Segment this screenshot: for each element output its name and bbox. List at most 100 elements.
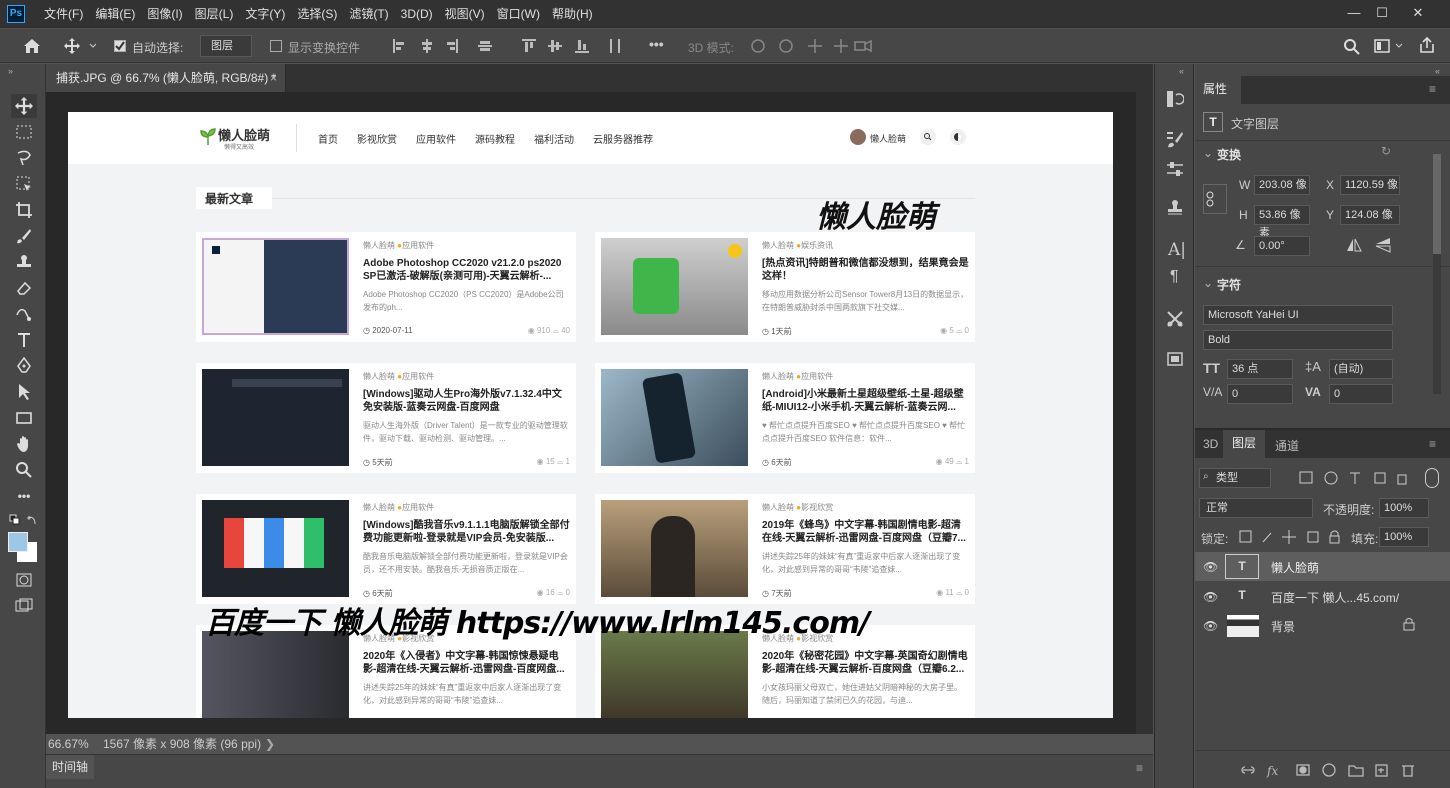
brush-tool[interactable] — [11, 224, 37, 248]
layer-name[interactable]: 百度一下 懒人...45.com/ — [1271, 589, 1399, 606]
stamp-tool[interactable] — [11, 250, 37, 274]
move-tool[interactable] — [11, 94, 37, 118]
menu-type[interactable]: 文字(Y) — [239, 0, 291, 28]
show-transform-checkbox[interactable] — [270, 40, 282, 52]
search-icon[interactable] — [1343, 38, 1361, 58]
close-button[interactable]: ✕ — [1407, 4, 1429, 24]
crop-tool[interactable] — [11, 198, 37, 222]
maximize-button[interactable]: ☐ — [1371, 4, 1393, 24]
layer-name[interactable]: 背景 — [1271, 618, 1295, 635]
lock-icons[interactable] — [1239, 529, 1349, 545]
width-field[interactable]: 203.08 像 — [1254, 175, 1310, 195]
layer-filter-dropdown[interactable]: 类型 — [1199, 468, 1271, 488]
3d-mode-icons[interactable] — [750, 38, 880, 58]
link-icon[interactable] — [1203, 184, 1227, 214]
tools-presets-icon[interactable] — [1166, 310, 1184, 328]
font-family-dropdown[interactable]: Microsoft YaHei UI — [1203, 305, 1393, 325]
more-tools-icon[interactable]: ••• — [11, 484, 37, 508]
object-selection-tool[interactable] — [11, 172, 37, 196]
menu-edit[interactable]: 编辑(E) — [89, 0, 141, 28]
layer-row[interactable]: 👁 T 百度一下 懒人...45.com/ — [1195, 582, 1450, 611]
timeline-menu-icon[interactable]: ≡ — [1136, 761, 1143, 775]
layers-menu-icon[interactable]: ≡ — [1429, 437, 1436, 451]
auto-select-target-dropdown[interactable]: 图层 — [200, 35, 252, 57]
pen-tool[interactable] — [11, 354, 37, 378]
eraser-tool[interactable] — [11, 276, 37, 300]
menu-help[interactable]: 帮助(H) — [546, 0, 599, 28]
layer-actions[interactable]: fx — [1241, 762, 1421, 778]
tab-3d[interactable]: 3D — [1203, 437, 1218, 451]
artboard-icon[interactable] — [1166, 350, 1184, 368]
filter-toggle[interactable] — [1425, 468, 1439, 488]
tracking-field[interactable]: 0 — [1329, 384, 1393, 404]
workspace-icon[interactable] — [1374, 38, 1404, 58]
kerning-field[interactable]: 0 — [1227, 384, 1293, 404]
tab-properties[interactable]: 属性 — [1195, 76, 1241, 104]
foreground-color-swatch[interactable] — [8, 532, 28, 552]
font-size-field[interactable]: 36 点 — [1227, 359, 1293, 379]
leading-field[interactable]: (自动) — [1329, 359, 1393, 379]
move-tool-icon[interactable] — [64, 38, 96, 58]
brush-settings-icon[interactable] — [1166, 130, 1184, 148]
direct-select-tool[interactable] — [11, 380, 37, 404]
menu-select[interactable]: 选择(S) — [291, 0, 343, 28]
opacity-field[interactable]: 100% — [1379, 498, 1429, 518]
tab-close-icon[interactable]: × — [270, 64, 277, 92]
menu-image[interactable]: 图像(I) — [141, 0, 188, 28]
collapse-icon[interactable]: » — [8, 66, 13, 76]
character-chevron-icon[interactable]: ⌄ — [1203, 276, 1213, 290]
screen-mode-icon[interactable] — [11, 594, 37, 618]
visibility-eye-icon[interactable]: 👁 — [1203, 590, 1218, 604]
path-select-tool[interactable] — [11, 302, 37, 326]
rectangle-tool[interactable] — [11, 406, 37, 430]
lasso-tool[interactable] — [11, 146, 37, 170]
auto-select-checkbox[interactable] — [114, 40, 126, 52]
x-field[interactable]: 1120.59 像 — [1340, 175, 1400, 195]
fill-field[interactable]: 100% — [1379, 527, 1429, 547]
layer-row[interactable]: 👁 背景 — [1195, 611, 1450, 640]
visibility-eye-icon[interactable]: 👁 — [1203, 560, 1218, 574]
angle-field[interactable]: 0.00° — [1254, 236, 1310, 256]
visibility-eye-icon[interactable]: 👁 — [1203, 619, 1218, 633]
layer-name[interactable]: 懒人脸萌 — [1271, 559, 1319, 576]
more-options-button[interactable]: ••• — [649, 36, 664, 56]
zoom-tool[interactable] — [11, 458, 37, 482]
home-icon[interactable] — [22, 37, 42, 57]
menu-layer[interactable]: 图层(L) — [189, 0, 240, 28]
y-field[interactable]: 124.08 像 — [1340, 205, 1400, 225]
paragraph-panel-icon[interactable]: ¶ — [1170, 268, 1179, 286]
timeline-tab[interactable]: 时间轴 — [46, 755, 94, 779]
transform-chevron-icon[interactable]: ⌄ — [1203, 146, 1213, 160]
menu-file[interactable]: 文件(F) — [38, 0, 89, 28]
canvas[interactable]: 懒人脸萌 懒得又高效 首页 影视欣赏 应用软件 源码教程 福利活动 云服务器推荐… — [68, 112, 1113, 718]
default-colors-icon[interactable] — [9, 514, 39, 528]
font-style-dropdown[interactable]: Bold — [1203, 330, 1393, 350]
vertical-scrollbar[interactable] — [1136, 92, 1153, 734]
tab-layers[interactable]: 图层 — [1223, 430, 1265, 458]
props-menu-icon[interactable]: ≡ — [1429, 82, 1436, 96]
height-field[interactable]: 53.86 像素 — [1254, 205, 1310, 239]
menu-filter[interactable]: 滤镜(T) — [343, 0, 394, 28]
character-panel-icon[interactable]: A| — [1168, 240, 1186, 260]
minimize-button[interactable]: — — [1343, 4, 1365, 24]
menu-view[interactable]: 视图(V) — [439, 0, 491, 28]
adjustments-icon[interactable] — [1166, 160, 1184, 178]
share-icon[interactable] — [1418, 36, 1436, 56]
props-collapse-icon[interactable]: « — [1435, 66, 1440, 76]
type-tool[interactable] — [11, 328, 37, 352]
align-icons[interactable] — [392, 38, 632, 58]
props-scroll-thumb[interactable] — [1433, 154, 1441, 254]
flip-horizontal-icon[interactable] — [1346, 238, 1362, 252]
menu-3d[interactable]: 3D(D) — [395, 0, 439, 28]
clone-source-icon[interactable] — [1166, 198, 1184, 216]
strip-collapse-icon[interactable]: « — [1179, 66, 1184, 76]
history-icon[interactable] — [1166, 90, 1184, 108]
flip-vertical-icon[interactable] — [1375, 237, 1391, 253]
menu-window[interactable]: 窗口(W) — [491, 0, 546, 28]
props-scrollbar[interactable] — [1433, 154, 1441, 394]
hand-tool[interactable] — [11, 432, 37, 456]
reset-transform-icon[interactable]: ↻ — [1381, 144, 1391, 158]
quick-mask-icon[interactable] — [11, 568, 37, 592]
document-tab[interactable]: 捕获.JPG @ 66.7% (懒人脸萌, RGB/8#) * × — [46, 64, 286, 92]
layer-filter-icons[interactable] — [1299, 470, 1429, 486]
